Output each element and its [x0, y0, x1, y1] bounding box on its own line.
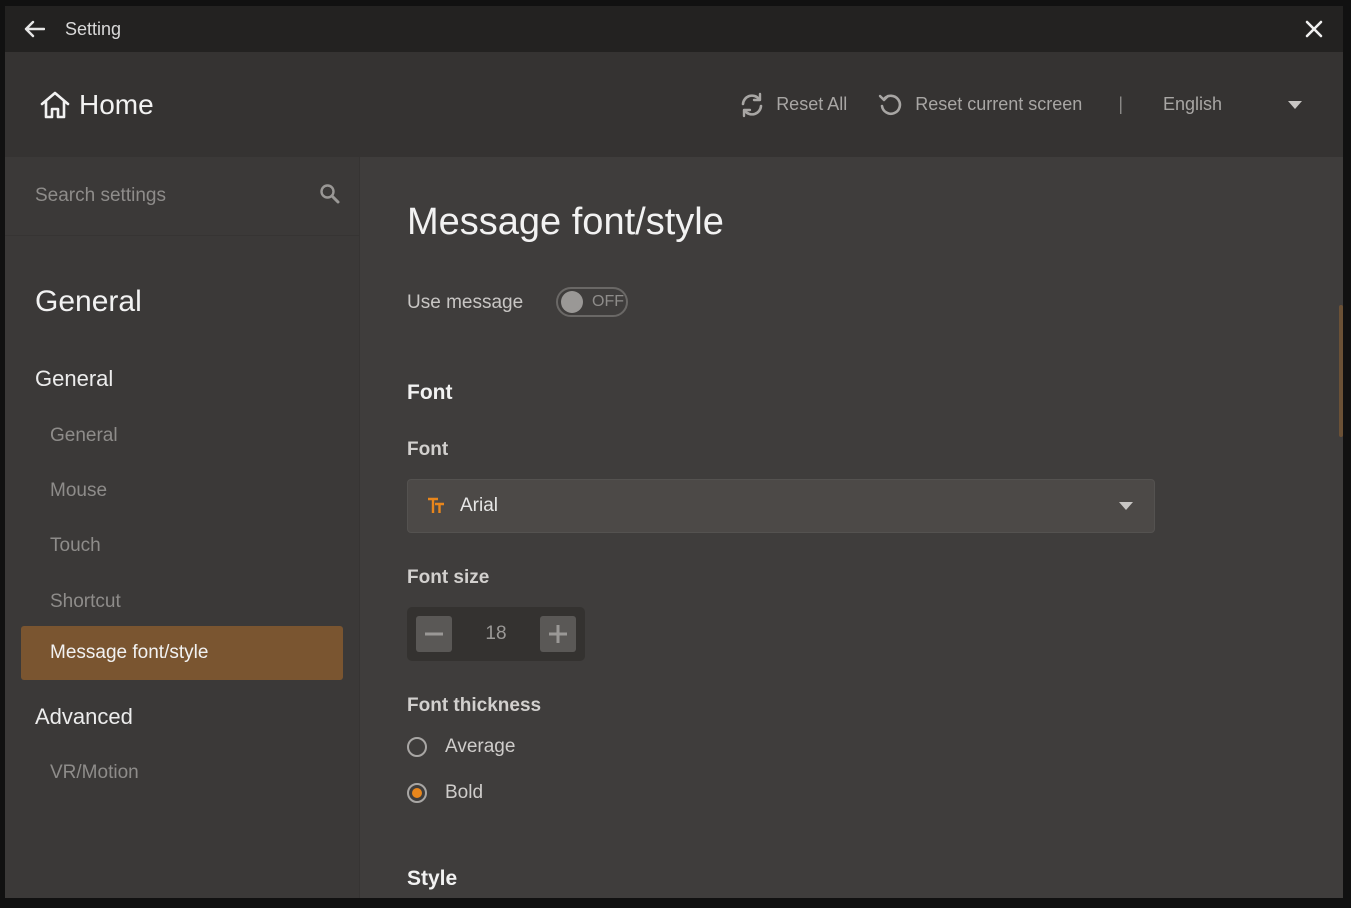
decrease-button[interactable]	[416, 616, 452, 652]
sidebar-item-message-font-style[interactable]: Message font/style	[21, 626, 343, 680]
back-button[interactable]	[19, 14, 49, 44]
sidebar-item-vr-motion[interactable]: VR/Motion	[50, 762, 139, 784]
scrollbar[interactable]	[1339, 305, 1343, 437]
font-size-stepper: 18	[407, 607, 585, 661]
plus-icon	[549, 625, 567, 643]
language-value: English	[1163, 94, 1223, 114]
font-size-value[interactable]: 18	[452, 623, 540, 645]
reset-all-button[interactable]: Reset All	[738, 92, 847, 118]
reset-current-screen-label: Reset current screen	[915, 94, 1083, 114]
sidebar-item-shortcut[interactable]: Shortcut	[50, 591, 121, 613]
sidebar-group-general[interactable]: General	[35, 366, 113, 392]
radio-bold[interactable]: Bold	[407, 782, 483, 804]
sidebar-title: General	[35, 285, 142, 318]
reset-icon	[879, 93, 902, 115]
radio-label: Average	[445, 736, 516, 757]
reset-current-screen-button[interactable]: Reset current screen	[877, 92, 1082, 118]
reset-all-label: Reset All	[776, 94, 848, 114]
font-value: Arial	[460, 495, 499, 516]
language-select[interactable]: English	[1163, 94, 1303, 115]
sidebar-item-mouse[interactable]: Mouse	[50, 480, 107, 502]
use-message-toggle[interactable]: OFF	[556, 287, 628, 317]
font-dropdown[interactable]: Arial	[407, 479, 1155, 533]
title-bar: Setting	[5, 6, 1343, 52]
sidebar: Search settings General General General …	[5, 157, 360, 898]
search-icon[interactable]	[319, 183, 341, 205]
settings-window: Setting Home Reset All Reset current scr…	[5, 6, 1343, 898]
font-label: Font	[407, 439, 449, 460]
caret-down-icon	[1119, 502, 1133, 510]
section-style-heading: Style	[407, 867, 458, 890]
sidebar-item-touch[interactable]: Touch	[50, 535, 101, 557]
caret-down-icon	[1288, 100, 1302, 109]
minus-icon	[425, 632, 443, 636]
search-bar[interactable]: Search settings	[5, 157, 359, 236]
close-icon	[1305, 20, 1323, 38]
header-separator: |	[1118, 94, 1123, 114]
search-input[interactable]: Search settings	[35, 185, 166, 207]
radio-circle	[407, 737, 427, 757]
radio-label: Bold	[445, 782, 484, 803]
close-button[interactable]	[1299, 14, 1329, 44]
home-button[interactable]: Home	[39, 89, 154, 121]
home-label: Home	[79, 88, 154, 120]
toggle-knob	[561, 291, 583, 313]
refresh-icon	[741, 92, 763, 117]
font-icon	[428, 497, 444, 513]
use-message-label: Use message	[407, 292, 524, 313]
page-title: Message font/style	[407, 201, 724, 243]
window-title: Setting	[65, 18, 122, 39]
radio-average[interactable]: Average	[407, 736, 515, 758]
sidebar-group-advanced[interactable]: Advanced	[35, 704, 133, 730]
font-thickness-label: Font thickness	[407, 695, 542, 716]
home-icon	[40, 91, 70, 118]
settings-content: Message font/style Use message OFF Font …	[360, 157, 1343, 898]
section-font-heading: Font	[407, 381, 453, 404]
font-size-label: Font size	[407, 567, 490, 588]
header-bar: Home Reset All Reset current screen | En…	[5, 52, 1343, 157]
arrow-left-icon	[24, 20, 45, 38]
sidebar-item-general[interactable]: General	[50, 425, 118, 447]
increase-button[interactable]	[540, 616, 576, 652]
radio-circle-selected	[407, 783, 427, 803]
toggle-state: OFF	[592, 293, 624, 310]
sidebar-item-label: Message font/style	[50, 642, 209, 663]
